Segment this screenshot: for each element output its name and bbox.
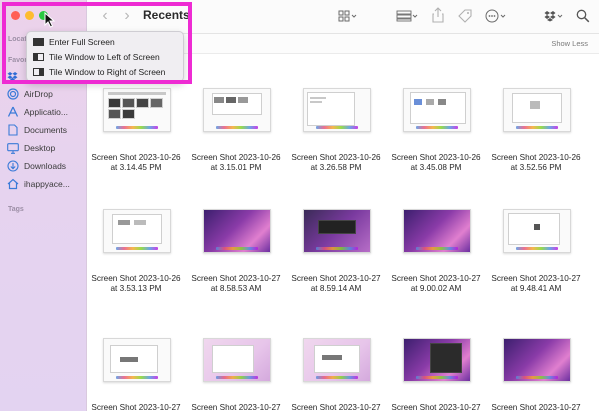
home-icon	[6, 178, 19, 191]
sidebar-item-label: Desktop	[24, 143, 56, 153]
file-name: Screen Shot 2023-10-27	[291, 274, 381, 283]
file-thumbnail	[303, 82, 371, 132]
file-time: at 3.26.58 PM	[310, 163, 362, 172]
sidebar-item-applications[interactable]: Applicatio...	[6, 104, 68, 120]
file-time: at 9.48.41 AM	[510, 284, 562, 293]
sidebar-item-desktop[interactable]: Desktop	[6, 140, 55, 156]
sidebar-item-downloads[interactable]: Downloads	[6, 158, 66, 174]
document-icon	[6, 124, 19, 137]
file-name: Screen Shot 2023-10-26	[391, 153, 481, 162]
desktop-icon	[6, 142, 19, 155]
file-name: Screen Shot 2023-10-27	[191, 403, 281, 411]
file-time: at 3.52.56 PM	[510, 163, 562, 172]
grid-view-icon[interactable]	[338, 10, 358, 22]
file-thumbnail	[403, 203, 471, 253]
sidebar-section-tags: Tags	[8, 206, 24, 213]
file-time: at 8.59.14 AM	[310, 284, 362, 293]
file-thumbnail	[103, 203, 171, 253]
sidebar-item-label: Downloads	[24, 161, 67, 171]
download-icon	[6, 160, 19, 173]
file-thumbnail	[103, 82, 171, 132]
file-name: Screen Shot 2023-10-26	[291, 153, 381, 162]
file-name: Screen Shot 2023-10-27	[291, 403, 381, 411]
more-icon[interactable]	[485, 9, 507, 23]
file-time: at 3.15.01 PM	[210, 163, 262, 172]
file-thumbnail	[503, 332, 571, 382]
sidebar-item-label: AirDrop	[24, 89, 53, 99]
file-name: Screen Shot 2023-10-27	[391, 274, 481, 283]
file-time: at 3.45.08 PM	[410, 163, 462, 172]
tag-icon[interactable]	[457, 8, 473, 24]
sidebar-item-label: ihappyace...	[24, 179, 70, 189]
highlight-box	[2, 2, 192, 84]
sidebar-item-documents[interactable]: Documents	[6, 122, 67, 138]
file-name: Screen Shot 2023-10-26	[191, 153, 281, 162]
file-grid: Screen Shot 2023-10-26 at 3.14.45 PM Scr…	[87, 54, 599, 411]
file-time: at 9.00.02 AM	[410, 284, 462, 293]
group-icon[interactable]	[396, 10, 418, 22]
file-time: at 8.58.53 AM	[210, 284, 262, 293]
file-thumbnail	[503, 203, 571, 253]
file-thumbnail	[103, 332, 171, 382]
file-name: Screen Shot 2023-10-27	[391, 403, 481, 411]
file-thumbnail	[303, 332, 371, 382]
file-thumbnail	[403, 332, 471, 382]
file-thumbnail	[403, 82, 471, 132]
file-time: at 3.53.13 PM	[110, 284, 162, 293]
applications-icon	[6, 106, 19, 119]
finder-window: Locat Favor AirDrop Applicatio... Docume…	[0, 0, 599, 411]
file-name: Screen Shot 2023-10-26	[91, 153, 181, 162]
file-thumbnail	[203, 203, 271, 253]
sidebar-item-label: Applicatio...	[24, 107, 68, 117]
file-time: at 3.14.45 PM	[110, 163, 162, 172]
file-name: Screen Shot 2023-10-27	[91, 403, 181, 411]
file-thumbnail	[303, 203, 371, 253]
file-name: Screen Shot 2023-10-26	[491, 153, 581, 162]
share-icon[interactable]	[432, 7, 444, 23]
file-thumbnail	[203, 332, 271, 382]
search-icon[interactable]	[576, 9, 590, 23]
file-name: Screen Shot 2023-10-27	[491, 274, 581, 283]
dropbox-icon[interactable]	[544, 10, 564, 22]
file-name: Screen Shot 2023-10-27	[191, 274, 281, 283]
sidebar-item-airdrop[interactable]: AirDrop	[6, 86, 53, 102]
sidebar-item-label: Documents	[24, 125, 67, 135]
show-less-button[interactable]: Show Less	[551, 39, 588, 48]
file-name: Screen Shot 2023-10-26	[91, 274, 181, 283]
file-name: Screen Shot 2023-10-27	[491, 403, 581, 411]
file-thumbnail	[203, 82, 271, 132]
sidebar-item-home[interactable]: ihappyace...	[6, 176, 70, 192]
file-thumbnail	[503, 82, 571, 132]
airdrop-icon	[6, 88, 19, 101]
